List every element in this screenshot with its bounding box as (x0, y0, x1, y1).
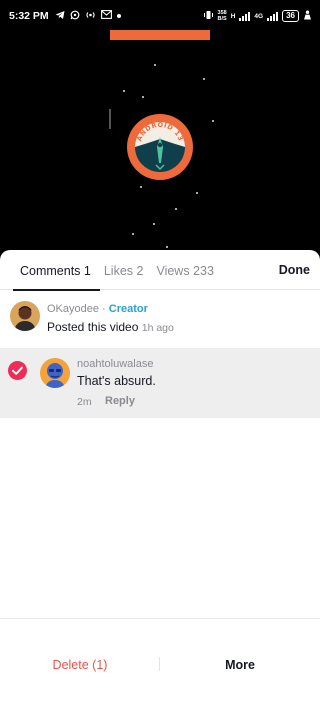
selected-check-icon[interactable] (8, 361, 27, 380)
vibrate-icon (203, 10, 214, 23)
more-notifications-dot (116, 14, 121, 18)
more-button[interactable]: More (160, 619, 320, 710)
active-tab-indicator (13, 288, 100, 291)
system-icons: 358 B/S H 4G 36 (203, 10, 312, 23)
star (212, 120, 214, 122)
network-type-2: 4G (254, 12, 264, 20)
network-type-1: H (230, 12, 236, 20)
comment-item[interactable]: noahtoluwalase That's absurd. 2m Reply (0, 348, 320, 418)
delete-button[interactable]: Delete (1) (0, 619, 160, 710)
tab-views[interactable]: Views 233 (156, 262, 213, 278)
whatsapp-icon (70, 10, 80, 23)
status-time: 5:32 PM (9, 10, 49, 22)
star (166, 246, 168, 248)
star (203, 78, 205, 80)
telegram-icon (55, 10, 65, 23)
notification-icons (55, 10, 121, 23)
creator-avatar[interactable] (10, 301, 40, 331)
creator-badge: Creator (108, 303, 148, 315)
video-preview[interactable]: ANDROID 13 (0, 30, 320, 272)
comment-text: That's absurd. (77, 374, 156, 388)
star (153, 223, 155, 225)
creator-post-row: OKayodee · Creator Posted this video 1h … (10, 301, 310, 341)
tab-bar: Comments 1 Likes 2 Views 233 Done (0, 250, 320, 291)
reply-button[interactable]: Reply (105, 395, 135, 407)
star (175, 208, 177, 210)
tab-comments[interactable]: Comments 1 (20, 262, 91, 278)
battery-indicator: 36 (282, 10, 299, 22)
network-speed-unit: B/S (217, 16, 227, 22)
creator-byline: OKayodee · Creator (47, 303, 148, 315)
star (154, 64, 156, 66)
network-speed: 358 B/S (218, 10, 227, 22)
comment-username[interactable]: noahtoluwalase (77, 358, 153, 370)
creator-post-text: Posted this video 1h ago (47, 320, 174, 334)
star (142, 96, 144, 98)
video-cursor-line (109, 109, 111, 129)
signal-icon-2 (267, 11, 279, 21)
tab-likes[interactable]: Likes 2 (104, 262, 144, 278)
hotspot-icon (85, 10, 96, 23)
posted-label: Posted this video (47, 320, 139, 334)
action-bar: Delete (1) More (0, 618, 320, 710)
person-icon (303, 10, 312, 23)
commenter-avatar[interactable] (40, 358, 70, 388)
creator-username[interactable]: OKayodee (47, 303, 99, 315)
star (196, 192, 198, 194)
done-button[interactable]: Done (279, 263, 310, 277)
comment-time: 2m (77, 396, 92, 408)
signal-icon-1 (239, 11, 251, 21)
android-13-logo: ANDROID 13 (127, 114, 193, 180)
gmail-icon (100, 10, 112, 22)
byline-separator: · (98, 303, 109, 315)
posted-time: 1h ago (141, 322, 174, 334)
status-bar: 5:32 PM 358 B/S H 4G 36 (0, 0, 320, 32)
star (132, 233, 134, 235)
star (140, 186, 142, 188)
star (123, 90, 125, 92)
comments-sheet: Comments 1 Likes 2 Views 233 Done OKayod… (0, 250, 320, 710)
video-banner (110, 30, 210, 40)
